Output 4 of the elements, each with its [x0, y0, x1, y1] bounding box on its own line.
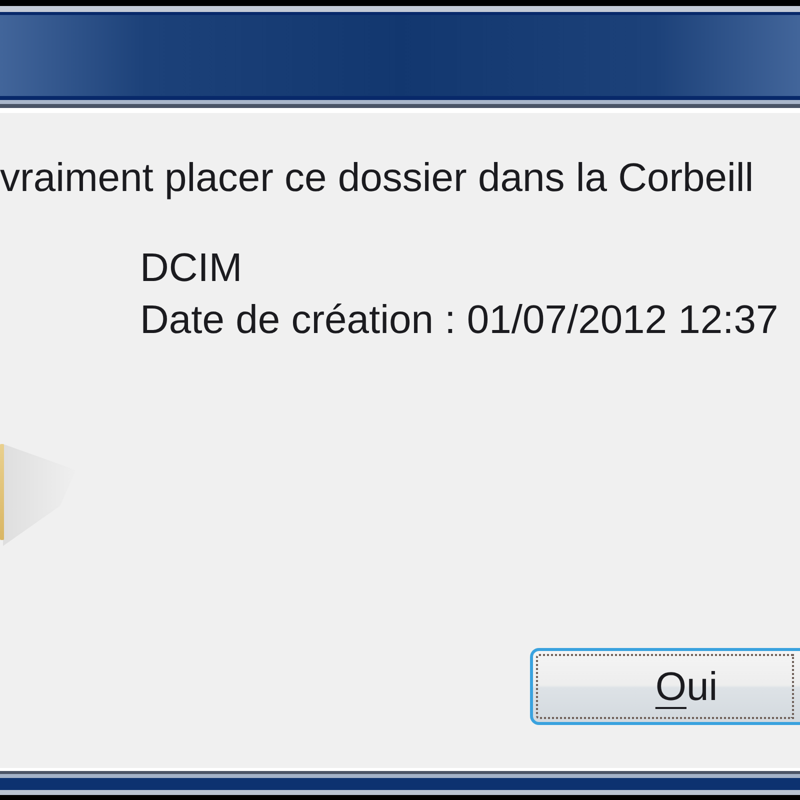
- item-detail: Date de création : 01/07/2012 12:37: [140, 297, 778, 344]
- item-name: DCIM: [140, 245, 242, 292]
- confirm-message: vraiment placer ce dossier dans la Corbeill: [0, 155, 754, 201]
- yes-button[interactable]: Oui: [530, 648, 800, 725]
